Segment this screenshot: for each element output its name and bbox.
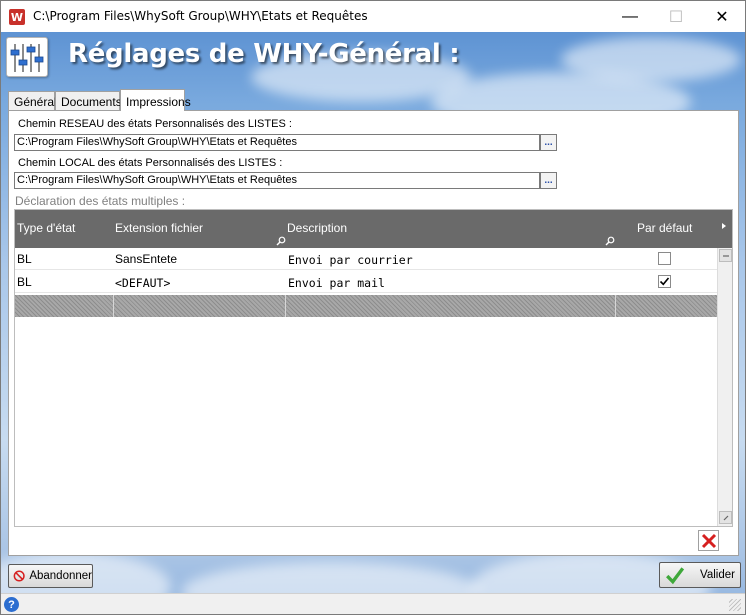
impressions-panel: Chemin RESEAU des états Personnalisés de… — [8, 110, 739, 556]
title-bar[interactable]: W C:\Program Files\WhySoft Group\WHY\Eta… — [1, 1, 745, 32]
delete-icon — [701, 533, 716, 548]
cell-type: BL — [17, 275, 32, 289]
local-browse-button[interactable]: ... — [540, 172, 557, 189]
help-icon[interactable]: ? — [4, 597, 19, 612]
cancel-button[interactable]: Abandonner — [8, 564, 93, 588]
cancel-icon — [13, 570, 25, 582]
resize-grip[interactable] — [729, 599, 741, 611]
column-header-description[interactable]: Description — [287, 221, 347, 235]
column-header-default[interactable]: Par défaut — [637, 221, 692, 235]
network-path-label: Chemin RESEAU des états Personnalisés de… — [18, 118, 292, 130]
default-checkbox-checked[interactable] — [658, 275, 671, 288]
new-row-placeholder[interactable] — [15, 295, 717, 317]
tab-documents[interactable]: Documents — [55, 91, 122, 111]
multiple-states-label: Déclaration des états multiples : — [15, 194, 186, 208]
states-table: Type d'état Extension fichier Descriptio… — [14, 209, 733, 527]
column-header-type[interactable]: Type d'état — [17, 221, 75, 235]
app-logo-icon: W — [9, 9, 25, 25]
search-icon[interactable] — [276, 236, 286, 246]
cell-type: BL — [17, 252, 32, 266]
table-header: Type d'état Extension fichier Descriptio… — [15, 210, 732, 248]
cell-description: Envoi par courrier — [288, 253, 413, 267]
local-path-input[interactable]: C:\Program Files\WhySoft Group\WHY\Etats… — [14, 172, 540, 189]
network-browse-button[interactable]: ... — [540, 134, 557, 151]
table-row[interactable]: BL SansEntete Envoi par courrier — [15, 248, 717, 270]
table-row[interactable]: BL <DEFAUT> Envoi par mail — [15, 271, 717, 293]
cell-description: Envoi par mail — [288, 276, 385, 290]
check-icon — [659, 277, 670, 286]
network-path-input[interactable]: C:\Program Files\WhySoft Group\WHY\Etats… — [14, 134, 540, 151]
vertical-scrollbar[interactable] — [717, 248, 732, 526]
search-icon[interactable] — [605, 236, 615, 246]
tab-impressions[interactable]: Impressions — [120, 89, 191, 111]
window-title: C:\Program Files\WhySoft Group\WHY\Etats… — [33, 9, 368, 23]
app-window: W C:\Program Files\WhySoft Group\WHY\Eta… — [0, 0, 746, 615]
maximize-button[interactable]: ☐ — [653, 1, 699, 32]
delete-row-button[interactable] — [698, 530, 719, 551]
tab-general[interactable]: Général — [8, 91, 57, 111]
cell-extension: SansEntete — [115, 252, 178, 266]
default-checkbox[interactable] — [658, 252, 671, 265]
validate-button-label: Valider — [700, 569, 735, 581]
scroll-down-button[interactable] — [719, 511, 732, 524]
scroll-up-button[interactable] — [719, 249, 732, 262]
chevron-right-icon[interactable] — [722, 223, 726, 229]
close-button[interactable]: ✕ — [699, 1, 745, 32]
validate-button[interactable]: Valider — [659, 562, 741, 588]
page-title: Réglages de WHY-Général : — [68, 39, 460, 69]
sliders-icon — [6, 37, 48, 77]
status-bar: ? — [1, 593, 745, 614]
column-header-extension[interactable]: Extension fichier — [115, 221, 203, 235]
cell-extension: <DEFAUT> — [115, 276, 171, 290]
local-path-label: Chemin LOCAL des états Personnalisés des… — [18, 157, 283, 169]
cancel-button-label: Abandonner — [29, 570, 92, 582]
checkmark-icon — [666, 567, 685, 585]
minimize-button[interactable]: — — [607, 1, 653, 32]
